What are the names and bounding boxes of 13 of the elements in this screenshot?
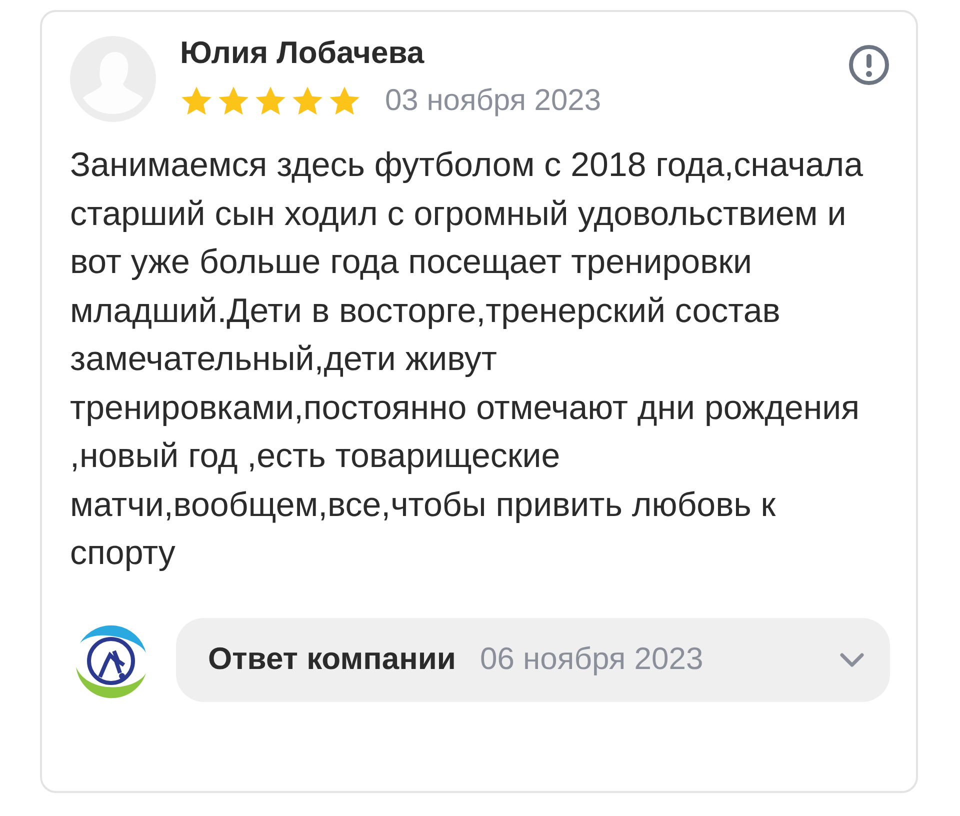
star-icon <box>328 84 361 117</box>
star-icon <box>180 84 213 117</box>
reply-date: 06 ноября 2023 <box>480 640 704 678</box>
review-date: 03 ноября 2023 <box>385 83 602 120</box>
company-reply-toggle[interactable]: Ответ компании 06 ноября 2023 <box>176 618 890 702</box>
reply-label: Ответ компании <box>208 640 456 678</box>
star-icon <box>217 84 250 117</box>
report-icon[interactable] <box>848 44 890 86</box>
chevron-icon <box>840 652 864 667</box>
author-name: Юлия Лобачева <box>180 36 426 70</box>
star-icon <box>291 84 324 117</box>
review-text: Занимаемся здесь футболом с 2018 года,сначала старший сын ходил с огромный удовольствием и вот уже больше года посещает тренировки младший.Дети в восторге,тренерский состав замечательный,дети живут тренировками,постоянно отмечают дни рождения ,новый год ,есть товарищеские матчи,вообщем,все,чтобы привить любовь к спорту <box>70 145 864 574</box>
star-icon <box>254 84 287 117</box>
